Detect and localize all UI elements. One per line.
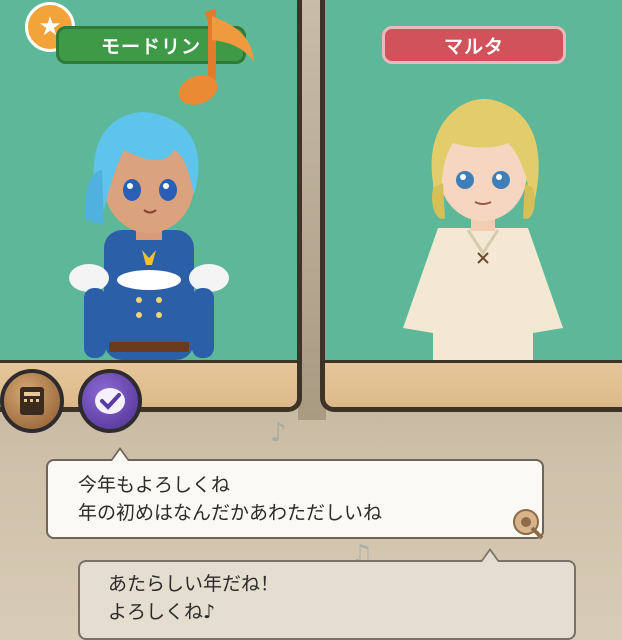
dialog-line: 今年もよろしくね bbox=[78, 474, 231, 496]
music-note-deco-icon: ♪ bbox=[270, 418, 287, 448]
right-character-name-tag: マルタ bbox=[382, 26, 566, 64]
dialog-line: 年の初めはなんだかあわただしいね bbox=[78, 502, 383, 524]
bubble-tail bbox=[110, 447, 130, 461]
right-panel-floor bbox=[325, 360, 622, 407]
pin-icon[interactable] bbox=[510, 506, 546, 542]
diary-button[interactable] bbox=[0, 369, 64, 433]
dialog-bubble-marta: あたらしい年だね！ よろしくね♪ bbox=[78, 548, 576, 640]
music-note-icon bbox=[178, 8, 254, 105]
dialog-line: あたらしい年だね！ bbox=[108, 573, 280, 595]
character-maudlin[interactable] bbox=[64, 100, 234, 370]
right-character-name: マルタ bbox=[443, 35, 504, 58]
checkmark-icon bbox=[95, 388, 125, 414]
dialog-line: よろしくね♪ bbox=[108, 601, 216, 623]
bubble-tail bbox=[480, 548, 500, 562]
dialog-bubble-maudlin: 今年もよろしくね 年の初めはなんだかあわただしいね bbox=[46, 447, 544, 539]
confirm-button[interactable] bbox=[78, 369, 142, 433]
book-icon bbox=[20, 387, 44, 415]
character-marta[interactable] bbox=[383, 88, 583, 363]
